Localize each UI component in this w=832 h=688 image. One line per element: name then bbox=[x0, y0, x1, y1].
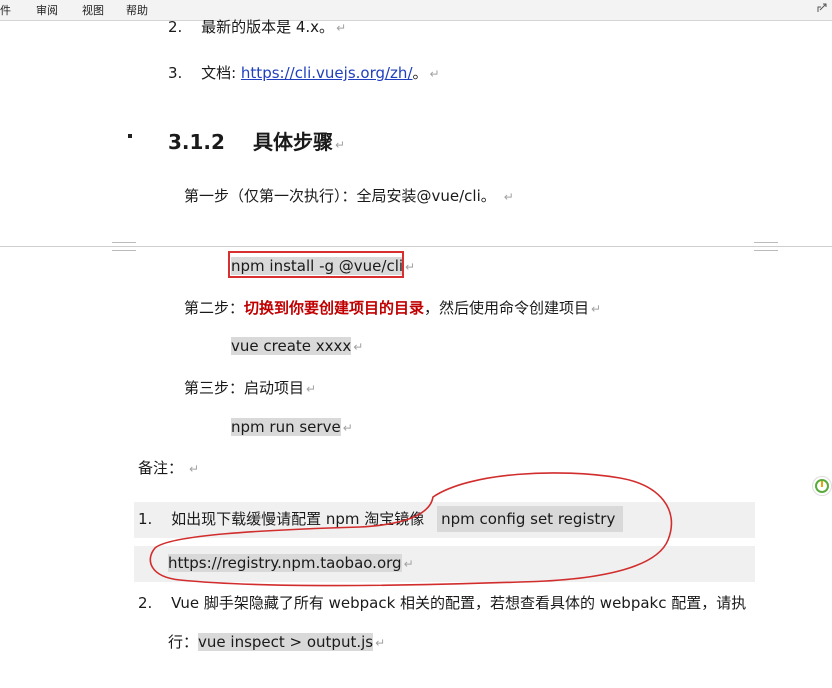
side-extension-icon[interactable] bbox=[812, 476, 832, 496]
handdrawn-circle-annotation bbox=[149, 472, 673, 587]
